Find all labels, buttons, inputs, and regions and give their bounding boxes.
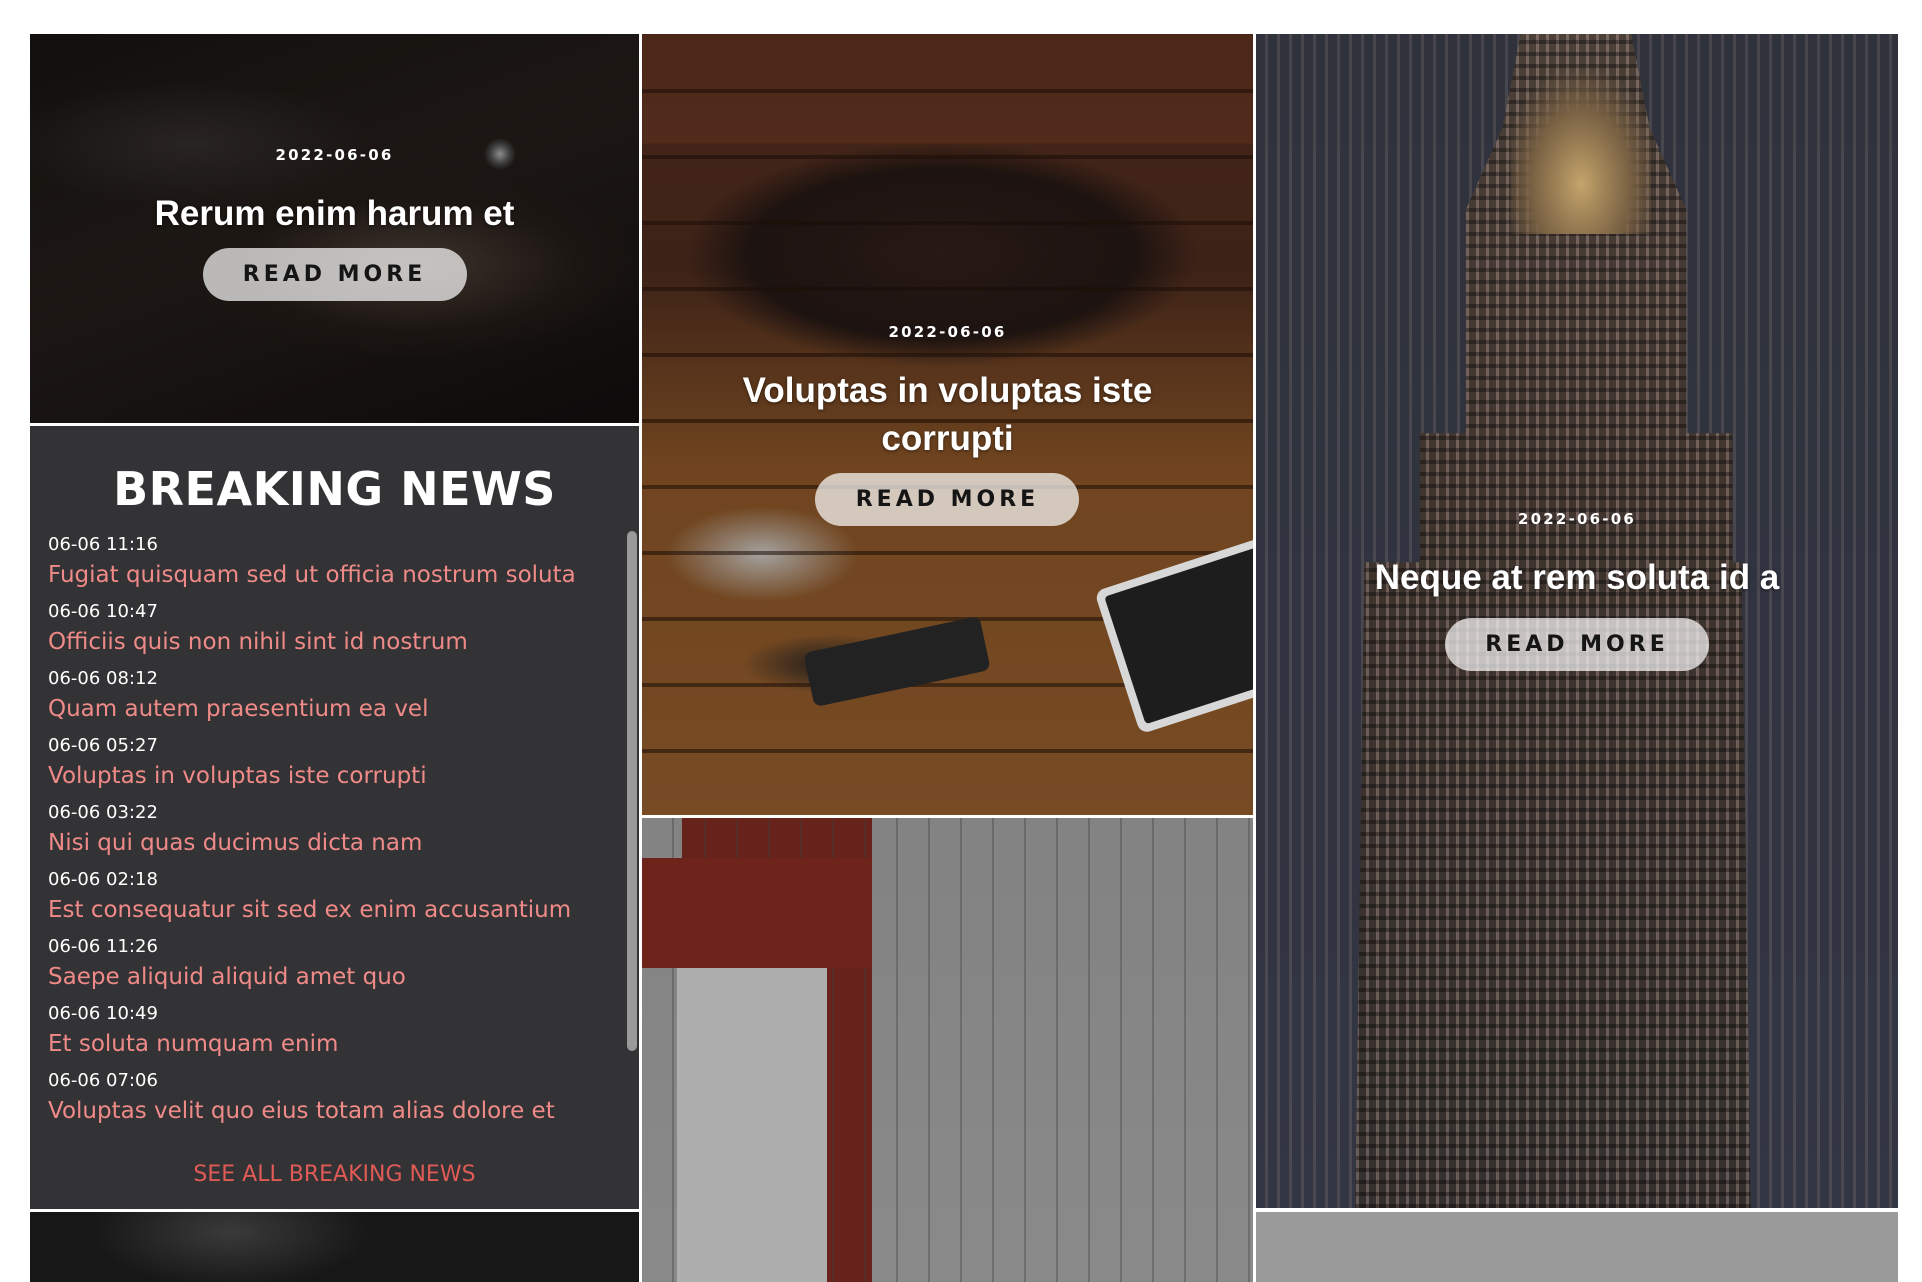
tile-content: 2022-06-06 Voluptas in voluptas iste cor… bbox=[743, 323, 1153, 526]
tile-content: 2022-06-06 Rerum enim harum et READ MORE bbox=[155, 146, 515, 301]
news-time: 06-06 08:12 bbox=[48, 668, 158, 689]
article-date: 2022-06-06 bbox=[888, 323, 1007, 341]
news-link[interactable]: Nisi qui quas ducimus dicta nam bbox=[48, 826, 627, 860]
article-date: 2022-06-06 bbox=[1518, 509, 1636, 528]
tile-content: 2022-06-06 Neque at rem soluta id a READ… bbox=[1375, 509, 1780, 671]
article-tile-car[interactable]: 2022-06-06 Rerum enim harum et READ MORE bbox=[30, 34, 639, 423]
read-more-button[interactable]: READ MORE bbox=[1445, 617, 1709, 671]
news-link[interactable]: Voluptas in voluptas iste corrupti bbox=[48, 759, 627, 793]
article-grid: 2022-06-06 Rerum enim harum et READ MORE… bbox=[0, 0, 1922, 1282]
news-time: 06-06 02:18 bbox=[48, 869, 158, 890]
list-item: 06-06 02:18 Est consequatur sit sed ex e… bbox=[48, 866, 627, 927]
article-title-line: Voluptas in voluptas iste bbox=[742, 371, 1153, 410]
news-time: 06-06 05:27 bbox=[48, 735, 158, 756]
article-date: 2022-06-06 bbox=[275, 146, 394, 164]
list-item: 06-06 05:27 Voluptas in voluptas iste co… bbox=[48, 732, 627, 793]
article-tile-partial[interactable] bbox=[1256, 1212, 1898, 1282]
news-link[interactable]: Officiis quis non nihil sint id nostrum bbox=[48, 625, 627, 659]
read-more-button[interactable]: READ MORE bbox=[815, 473, 1080, 526]
list-item: 06-06 10:49 Et soluta numquam enim bbox=[48, 1000, 627, 1061]
article-tile-building[interactable]: 2022-06-06 Neque at rem soluta id a READ… bbox=[1256, 34, 1898, 1208]
news-time: 06-06 11:26 bbox=[48, 936, 158, 957]
breaking-news-heading: BREAKING NEWS bbox=[113, 462, 556, 516]
list-item: 06-06 11:26 Saepe aliquid aliquid amet q… bbox=[48, 933, 627, 994]
news-time: 06-06 10:47 bbox=[48, 601, 158, 622]
list-item: 06-06 08:12 Quam autem praesentium ea ve… bbox=[48, 665, 627, 726]
news-time: 06-06 11:16 bbox=[48, 534, 158, 555]
news-link[interactable]: Fugiat quisquam sed ut officia nostrum s… bbox=[48, 558, 627, 592]
list-item: 06-06 03:22 Nisi qui quas ducimus dicta … bbox=[48, 799, 627, 860]
news-link[interactable]: Voluptas velit quo eius totam alias dolo… bbox=[48, 1094, 627, 1128]
article-title-line: Neque at rem soluta id a bbox=[1374, 557, 1780, 597]
article-tile-partial[interactable] bbox=[30, 1212, 639, 1282]
article-title[interactable]: Voluptas in voluptas iste corrupti bbox=[743, 367, 1153, 463]
article-title-line: corrupti bbox=[881, 419, 1014, 458]
article-title[interactable]: Rerum enim harum et bbox=[155, 190, 515, 238]
article-tile-bridge[interactable] bbox=[642, 818, 1253, 1282]
news-link[interactable]: Quam autem praesentium ea vel bbox=[48, 692, 627, 726]
article-title[interactable]: Neque at rem soluta id a bbox=[1375, 554, 1780, 602]
list-item: 06-06 11:16 Fugiat quisquam sed ut offic… bbox=[48, 531, 627, 592]
news-time: 06-06 10:49 bbox=[48, 1003, 158, 1024]
list-item: 06-06 07:06 Voluptas velit quo eius tota… bbox=[48, 1067, 627, 1128]
article-tile-desk[interactable]: 2022-06-06 Voluptas in voluptas iste cor… bbox=[642, 34, 1253, 815]
news-time: 06-06 07:06 bbox=[48, 1070, 158, 1091]
news-link[interactable]: Saepe aliquid aliquid amet quo bbox=[48, 960, 627, 994]
news-link[interactable]: Est consequatur sit sed ex enim accusant… bbox=[48, 893, 627, 927]
news-time: 06-06 03:22 bbox=[48, 802, 158, 823]
breaking-news-list[interactable]: 06-06 11:16 Fugiat quisquam sed ut offic… bbox=[48, 531, 627, 1131]
photo-detail bbox=[1511, 34, 1651, 234]
news-link[interactable]: Et soluta numquam enim bbox=[48, 1027, 627, 1061]
photo-detail bbox=[677, 968, 827, 1282]
breaking-news-panel: BREAKING NEWS 06-06 11:16 Fugiat quisqua… bbox=[30, 426, 639, 1209]
see-all-breaking-news-link[interactable]: SEE ALL BREAKING NEWS bbox=[30, 1162, 639, 1187]
scrollbar[interactable] bbox=[627, 531, 637, 1051]
photo-detail bbox=[642, 858, 872, 968]
list-item: 06-06 10:47 Officiis quis non nihil sint… bbox=[48, 598, 627, 659]
read-more-button[interactable]: READ MORE bbox=[202, 248, 467, 301]
article-title-line: Rerum enim harum et bbox=[154, 194, 515, 233]
